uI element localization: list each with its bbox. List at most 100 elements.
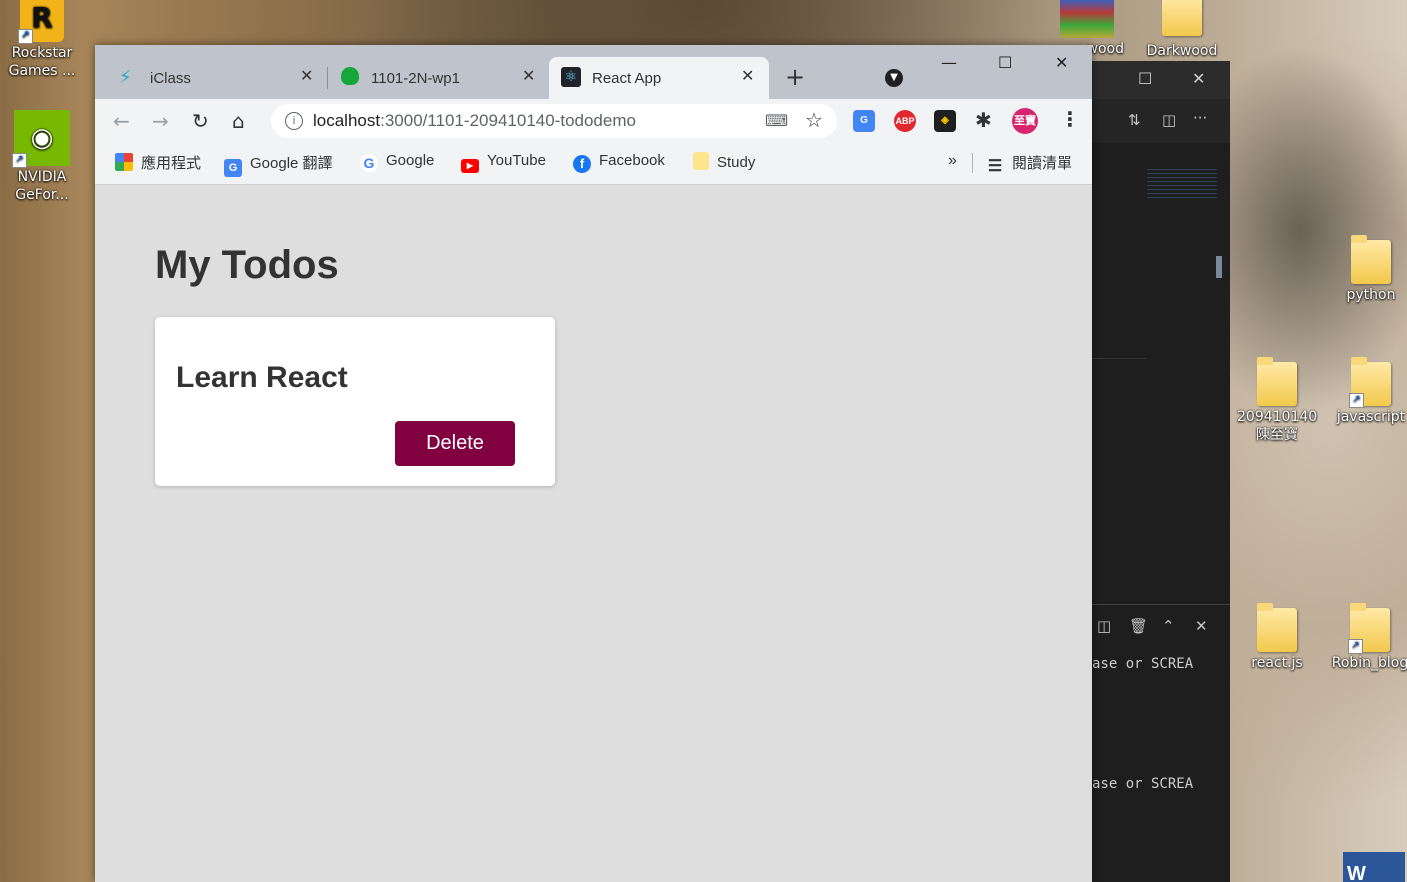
reading-list-button[interactable]: ☰ 閱讀清單: [986, 152, 1072, 176]
minimize-icon[interactable]: —: [941, 53, 957, 72]
forward-icon[interactable]: →: [152, 109, 169, 133]
close-window-icon[interactable]: ✕: [1055, 53, 1068, 72]
bookmark-google[interactable]: G Google: [360, 152, 434, 172]
tab-title: 1101-2N-wp1: [371, 70, 460, 87]
bookmarks-bar: 應用程式 G Google 翻譯 G Google ▶ YouTube f Facebo…: [95, 143, 1092, 185]
tab-strip: ⚡ iClass ✕ 1101-2N-wp1 ✕ ⚛ React App ✕ +…: [95, 45, 1092, 99]
page-title: My Todos: [155, 243, 339, 287]
desktop-icon-darkwood[interactable]: Darkwood: [1142, 0, 1222, 60]
desktop-icon-robin-blog[interactable]: ↗ Robin_blog: [1330, 603, 1407, 672]
url-host: localhost: [313, 111, 381, 130]
bookmark-label: Facebook: [599, 152, 665, 169]
bookmarks-divider: [972, 153, 973, 173]
desktop-icon-nvidia[interactable]: ◉ ↗ NVIDIA GeFor...: [2, 110, 82, 204]
menu-kebab-icon[interactable]: ⋮: [1060, 107, 1080, 131]
bookmark-label: YouTube: [487, 152, 546, 169]
address-bar[interactable]: i localhost:3000/1101-209410140-tododemo…: [271, 104, 837, 138]
youtube-icon: ▶: [461, 159, 479, 173]
site-info-icon[interactable]: i: [285, 112, 303, 130]
bookmark-label: Google 翻譯: [250, 155, 333, 172]
desktop-icon-reactjs[interactable]: react.js: [1237, 603, 1317, 672]
folder-icon: [693, 152, 709, 170]
desktop-icon-label: 陳至寶: [1256, 427, 1298, 443]
vscode-divider: [1092, 358, 1147, 359]
back-icon[interactable]: ←: [113, 109, 130, 133]
todo-card: Learn React Delete: [155, 317, 555, 486]
reading-list-icon: ☰: [987, 158, 1003, 175]
close-tab-icon[interactable]: ✕: [300, 66, 313, 85]
nvidia-icon: ◉ ↗: [12, 110, 70, 168]
folder-icon: [1257, 603, 1297, 652]
bookmarks-overflow-button[interactable]: »: [948, 152, 957, 170]
desktop-icon-label: Games ...: [8, 63, 76, 79]
extension-cube-icon[interactable]: ◈: [934, 110, 956, 132]
evernote-icon: [341, 67, 359, 85]
bookmark-study-folder[interactable]: Study: [693, 152, 755, 171]
desktop-icon-label: NVIDIA: [17, 169, 67, 185]
react-icon: ⚛: [561, 67, 581, 87]
extensions-puzzle-icon[interactable]: ✱: [975, 108, 992, 132]
profile-avatar[interactable]: 至寶: [1012, 108, 1038, 134]
tab-search-icon[interactable]: ▼: [885, 69, 903, 87]
bookmark-label: Study: [717, 154, 756, 171]
source-compare-icon[interactable]: ⇅: [1128, 111, 1141, 129]
desktop-icon-label: javascript: [1336, 409, 1406, 425]
close-tab-icon[interactable]: ✕: [522, 66, 535, 85]
google-translate-extension-icon[interactable]: G: [853, 110, 875, 132]
bookmark-label: Google: [386, 152, 435, 169]
word-icon[interactable]: W: [1343, 852, 1405, 882]
new-tab-button[interactable]: +: [785, 63, 805, 91]
desktop-icon-label: GeFor...: [15, 187, 69, 203]
scrollbar[interactable]: [1216, 256, 1222, 278]
rockstar-icon: R ↗: [18, 0, 64, 44]
browser-window: ⚡ iClass ✕ 1101-2N-wp1 ✕ ⚛ React App ✕ +…: [95, 45, 1092, 882]
apps-grid-icon: [115, 153, 133, 171]
vscode-titlebar: ☐ ✕: [1092, 61, 1230, 99]
toolbar: ← → ↻ ⌂ i localhost:3000/1101-209410140-…: [95, 99, 1092, 143]
google-icon: G: [360, 154, 378, 172]
desktop-icon-rockstar[interactable]: R ↗ Rockstar Games ...: [2, 0, 82, 80]
bookmark-apps[interactable]: 應用程式: [115, 152, 201, 173]
desktop-icon-javascript[interactable]: ↗ javascript: [1331, 357, 1407, 426]
bookmark-youtube[interactable]: ▶ YouTube: [461, 152, 546, 173]
chevron-up-icon[interactable]: ⌃: [1162, 617, 1175, 635]
folder-icon: [1162, 0, 1202, 36]
tab-separator: [327, 67, 328, 89]
folder-icon: ↗: [1349, 357, 1391, 408]
reading-list-label: 閱讀清單: [1012, 155, 1073, 172]
maximize-icon[interactable]: ☐: [998, 53, 1012, 72]
desktop-icon-python[interactable]: python: [1331, 235, 1407, 304]
bookmark-label: 應用程式: [141, 155, 202, 172]
close-icon[interactable]: ✕: [1192, 69, 1205, 88]
reload-icon[interactable]: ↻: [192, 109, 209, 133]
delete-button[interactable]: Delete: [395, 421, 515, 466]
more-actions-icon[interactable]: ···: [1193, 109, 1207, 127]
google-translate-icon: G: [224, 159, 242, 177]
tab-react-app[interactable]: ⚛ React App ✕: [549, 57, 769, 99]
tab-title: iClass: [150, 70, 191, 87]
url-path: :3000/1101-209410140-tododemo: [380, 111, 636, 130]
tab-iclass[interactable]: ⚡ iClass ✕: [107, 57, 325, 99]
maximize-icon[interactable]: ☐: [1138, 69, 1152, 88]
vscode-editor-toolbar: ⇅ ◫ ···: [1092, 99, 1230, 143]
tab-1101-2n-wp1[interactable]: 1101-2N-wp1 ✕: [329, 57, 547, 99]
close-icon[interactable]: ✕: [1195, 617, 1208, 635]
bookmark-google-translate[interactable]: G Google 翻譯: [224, 152, 333, 177]
home-icon[interactable]: ⌂: [232, 109, 245, 133]
split-terminal-icon[interactable]: ◫: [1097, 617, 1111, 635]
split-editor-icon[interactable]: ◫: [1162, 111, 1176, 129]
trash-icon[interactable]: 🗑: [1129, 617, 1148, 635]
desktop-icon-label: 209410140: [1237, 409, 1318, 425]
desktop-icon-label: python: [1346, 287, 1396, 303]
close-tab-icon[interactable]: ✕: [741, 66, 754, 85]
bookmark-star-icon[interactable]: ☆: [805, 108, 823, 132]
desktop-icon-student-folder[interactable]: 209410140 陳至寶: [1237, 357, 1318, 444]
adblock-plus-icon[interactable]: ABP: [894, 110, 916, 132]
terminal-line: ase or SCREA: [1092, 776, 1194, 792]
bookmark-facebook[interactable]: f Facebook: [573, 152, 665, 173]
page-content: My Todos Learn React Delete: [95, 185, 1092, 882]
facebook-icon: f: [573, 155, 591, 173]
desktop-icon-label: Rockstar: [11, 45, 73, 61]
translate-icon[interactable]: ⌨: [765, 111, 788, 130]
tab-title: React App: [592, 70, 662, 87]
